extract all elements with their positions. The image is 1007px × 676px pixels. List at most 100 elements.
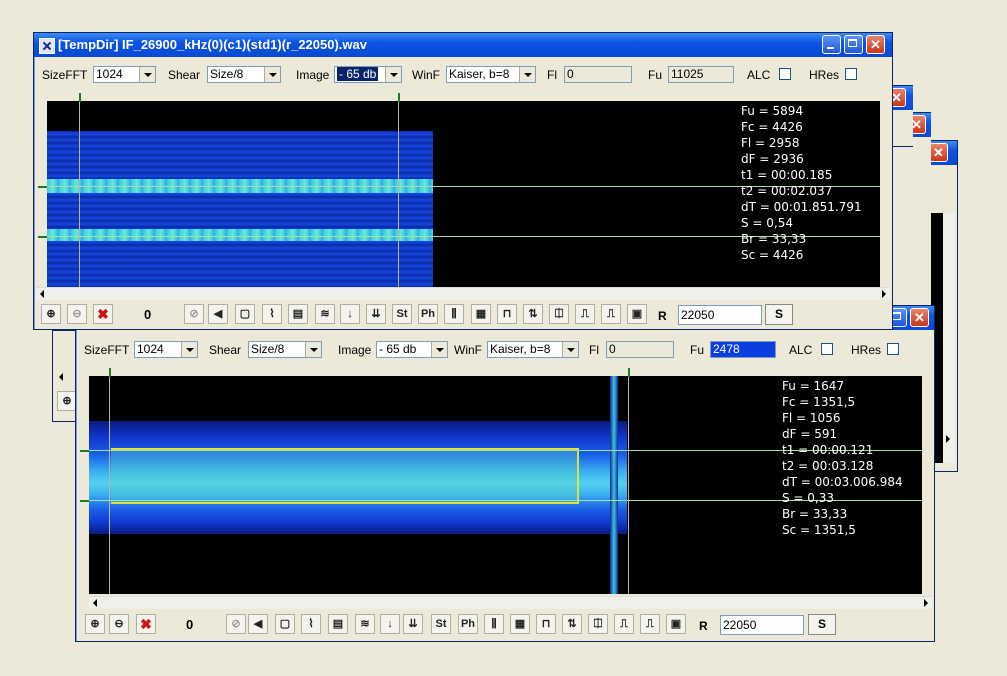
step-button[interactable]: ⎍ xyxy=(614,614,634,634)
spectrum-button[interactable]: ⌇ xyxy=(301,614,321,634)
chevron-down-icon[interactable] xyxy=(139,67,155,82)
table-button[interactable]: ▦ xyxy=(471,304,491,324)
zoom-out-button[interactable]: ⊖ xyxy=(67,304,87,324)
down-arrow-button[interactable]: ↓ xyxy=(340,304,360,324)
fl-field[interactable]: 0 xyxy=(606,341,674,358)
audio-button[interactable]: ◀ xyxy=(208,304,228,324)
zoom-in-button[interactable]: ⊕ xyxy=(85,614,105,634)
ph-button[interactable]: Ph xyxy=(418,304,438,324)
pulse-button[interactable]: ⊓ xyxy=(497,304,517,324)
rate-field[interactable]: 22050 xyxy=(720,615,804,635)
lr-button[interactable]: ⎅ xyxy=(549,304,569,324)
page-button[interactable]: ▤ xyxy=(328,614,348,634)
zoom-in-button[interactable]: ⊕ xyxy=(41,304,61,324)
background-left-zoom-in-button[interactable]: ⊕ xyxy=(57,391,77,411)
shear-select[interactable]: Size/8 xyxy=(207,66,281,83)
sort-button[interactable]: ⇅ xyxy=(562,614,582,634)
scroll-right-icon[interactable] xyxy=(882,290,886,298)
readout-t2: t2 = 00:02.037 xyxy=(741,184,833,198)
window-1-marker-upper[interactable] xyxy=(38,186,47,188)
shear-label: Shear xyxy=(168,68,201,82)
double-arrow-button[interactable]: ⇊ xyxy=(403,614,423,634)
chevron-down-icon[interactable] xyxy=(431,342,447,357)
spectrum-button[interactable]: ⌇ xyxy=(262,304,282,324)
lr-button[interactable]: ⎅ xyxy=(588,614,608,634)
export-button[interactable]: ▣ xyxy=(627,304,647,324)
step-button[interactable]: ⎍ xyxy=(575,304,595,324)
shear-select[interactable]: Size/8 xyxy=(248,341,322,358)
window-2-marker-left[interactable] xyxy=(109,368,111,377)
pulse-button[interactable]: ⊓ xyxy=(536,614,556,634)
rate-field[interactable]: 22050 xyxy=(678,305,762,325)
stop-button[interactable]: ⊘ xyxy=(184,304,204,324)
export-button[interactable]: ▣ xyxy=(666,614,686,634)
sizefft-select[interactable]: 1024 xyxy=(93,66,156,83)
readout-fl: Fl = 1056 xyxy=(782,411,841,425)
chevron-down-icon[interactable] xyxy=(181,342,197,357)
window-2-close-button[interactable]: ✕ xyxy=(910,308,929,327)
s-button[interactable]: S xyxy=(808,614,836,635)
window-1-close-button[interactable]: ✕ xyxy=(866,35,885,54)
background-window-3-close-button[interactable]: ✕ xyxy=(929,143,948,162)
delete-button[interactable]: ✖ xyxy=(136,614,156,634)
chevron-down-icon[interactable] xyxy=(264,67,280,82)
background-left-scroll-arrow[interactable] xyxy=(59,373,63,381)
window-1-horizontal-scrollbar[interactable] xyxy=(36,287,890,300)
page-button[interactable]: ▤ xyxy=(288,304,308,324)
delete-button[interactable]: ✖ xyxy=(93,304,113,324)
window-1-marker-right[interactable] xyxy=(398,93,400,102)
alc-checkbox[interactable] xyxy=(779,68,791,80)
frame-button[interactable]: ▢ xyxy=(235,304,255,324)
window-1-marker-lower[interactable] xyxy=(38,236,47,238)
fl-field[interactable]: 0 xyxy=(564,66,632,83)
double-arrow-button[interactable]: ⇊ xyxy=(366,304,386,324)
chevron-down-icon[interactable] xyxy=(305,342,321,357)
window-2-spectrogram-display[interactable]: Fu = 1647 Fc = 1351,5 Fl = 1056 dF = 591… xyxy=(89,376,922,594)
window-1-minimize-button[interactable] xyxy=(822,35,841,54)
down-arrow-button[interactable]: ↓ xyxy=(380,614,400,634)
frame-button[interactable]: ▢ xyxy=(275,614,295,634)
zoom-in-icon: ⊕ xyxy=(62,395,72,407)
chevron-down-icon[interactable] xyxy=(385,67,401,82)
window-2-horizontal-scrollbar[interactable] xyxy=(89,596,932,609)
zoom-out-button[interactable]: ⊖ xyxy=(109,614,129,634)
chevron-down-icon[interactable] xyxy=(519,67,535,82)
scroll-left-icon[interactable] xyxy=(93,599,97,607)
step-alt-button[interactable]: ⎍ xyxy=(601,304,621,324)
hres-checkbox[interactable] xyxy=(887,343,899,355)
window-2-marker-right[interactable] xyxy=(628,368,630,377)
window-1-marker-left[interactable] xyxy=(79,93,81,102)
stop-button[interactable]: ⊘ xyxy=(226,614,246,634)
fu-field[interactable]: 11025 xyxy=(668,66,734,83)
window-1-maximize-button[interactable] xyxy=(844,35,863,54)
step-alt-button[interactable]: ⎍ xyxy=(640,614,660,634)
window-2-marker-lower[interactable] xyxy=(80,500,89,502)
fu-field[interactable]: 2478 xyxy=(710,341,776,358)
ph-button[interactable]: Ph xyxy=(458,614,478,634)
background-window-3-scrollbar[interactable] xyxy=(943,213,955,463)
st-button[interactable]: St xyxy=(431,614,451,634)
spectrum-window-1: [TempDir] IF_26900_kHz(0)(c1)(std1)(r_22… xyxy=(33,32,893,330)
s-button[interactable]: S xyxy=(765,304,793,325)
table-button[interactable]: ▦ xyxy=(510,614,530,634)
winf-select[interactable]: Kaiser, b=8 xyxy=(487,341,579,358)
audio-button[interactable]: ◀ xyxy=(248,614,268,634)
image-select[interactable]: - 65 db xyxy=(376,341,448,358)
winf-select[interactable]: Kaiser, b=8 xyxy=(446,66,536,83)
sizefft-select[interactable]: 1024 xyxy=(134,341,198,358)
comb-button[interactable]: ⫼ xyxy=(484,614,504,634)
graph-button[interactable]: ≋ xyxy=(315,304,335,324)
chevron-down-icon[interactable] xyxy=(562,342,578,357)
alc-checkbox[interactable] xyxy=(821,343,833,355)
scroll-left-icon[interactable] xyxy=(40,290,44,298)
image-select[interactable]: - 65 db xyxy=(334,66,402,83)
window-1-spectrogram-display[interactable]: Fu = 5894 Fc = 4426 Fl = 2958 dF = 2936 … xyxy=(47,101,880,287)
graph-button[interactable]: ≋ xyxy=(355,614,375,634)
scroll-right-icon[interactable] xyxy=(924,599,928,607)
sort-button[interactable]: ⇅ xyxy=(523,304,543,324)
shear-label: Shear xyxy=(209,343,242,357)
window-2-marker-upper[interactable] xyxy=(80,450,89,452)
hres-checkbox[interactable] xyxy=(845,68,857,80)
comb-button[interactable]: ⫼ xyxy=(444,304,464,324)
st-button[interactable]: St xyxy=(392,304,412,324)
